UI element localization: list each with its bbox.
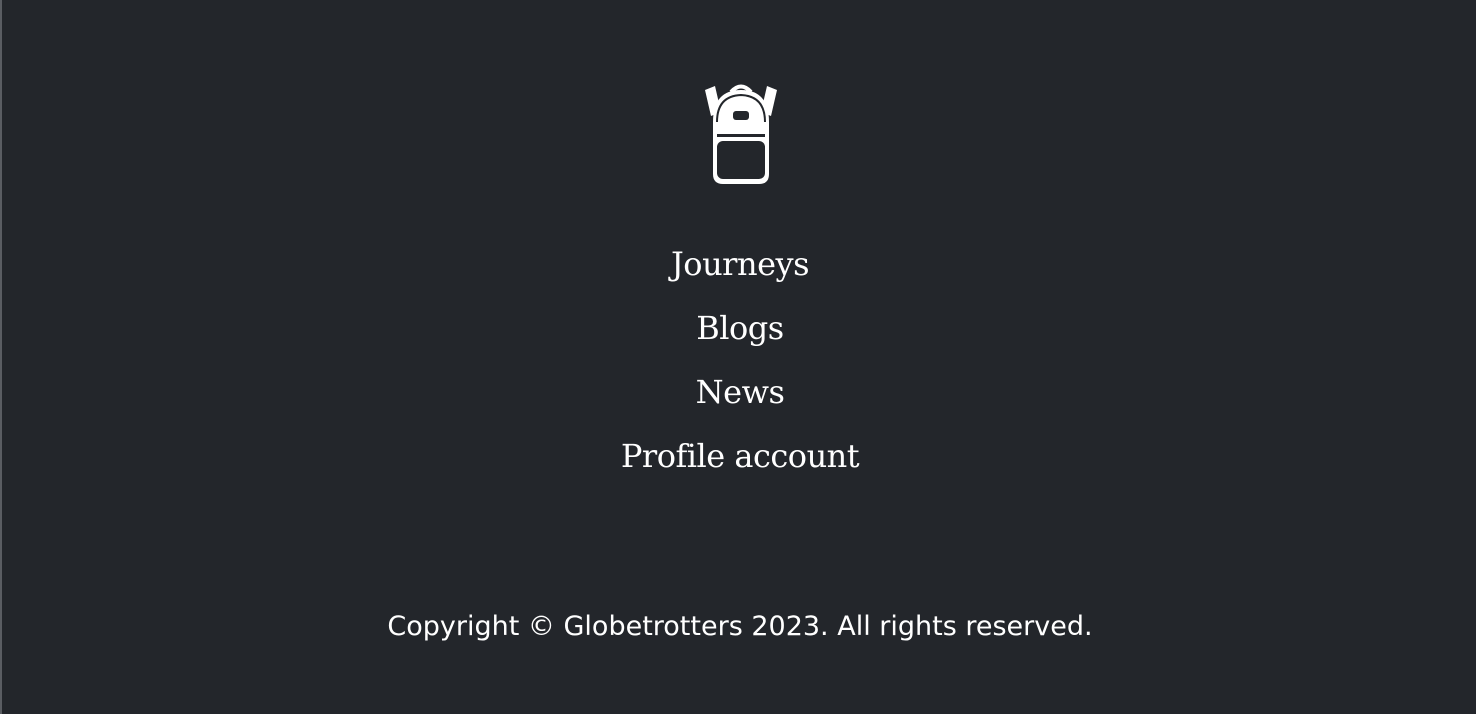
footer-nav-item-journeys: Journeys	[0, 238, 1476, 302]
backpack-icon	[701, 82, 781, 186]
nav-link-journeys[interactable]: Journeys	[671, 245, 810, 283]
site-footer: Journeys Blogs News Profile account Copy…	[0, 0, 1476, 714]
nav-link-news[interactable]: News	[696, 373, 785, 411]
nav-link-blogs[interactable]: Blogs	[696, 309, 784, 347]
footer-nav-item-blogs: Blogs	[0, 302, 1476, 366]
copyright-text: Copyright © Globetrotters 2023. All righ…	[387, 611, 1093, 642]
footer-nav-item-news: News	[0, 366, 1476, 430]
footer-nav: Journeys Blogs News Profile account	[0, 238, 1476, 494]
nav-link-profile-account[interactable]: Profile account	[621, 437, 860, 475]
site-logo-link[interactable]	[701, 82, 781, 186]
footer-nav-item-profile-account: Profile account	[0, 430, 1476, 494]
